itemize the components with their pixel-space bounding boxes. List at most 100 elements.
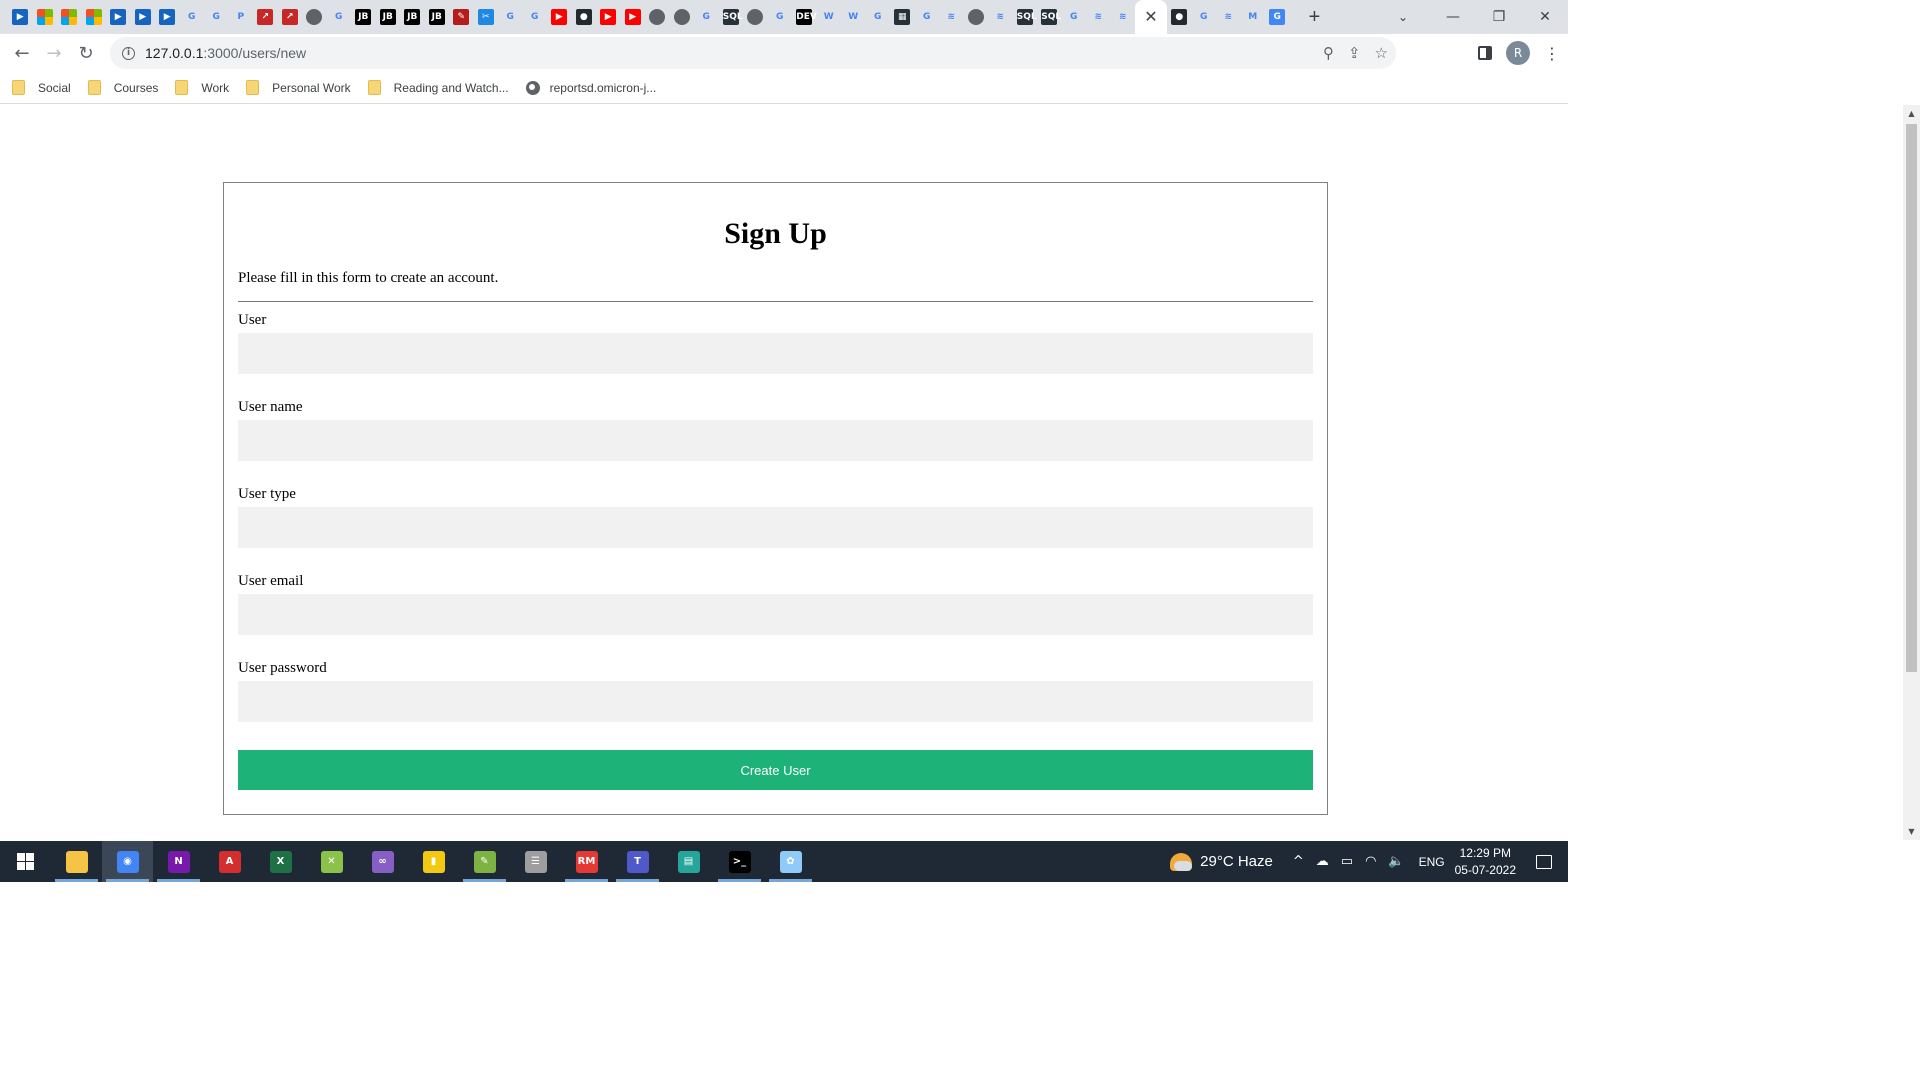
back-button[interactable]: ← — [6, 37, 38, 69]
tab-jetbrains[interactable]: JB — [376, 0, 401, 34]
zoom-icon[interactable]: ⚲ — [1323, 44, 1334, 62]
create-user-button[interactable]: Create User — [238, 750, 1313, 790]
profile-avatar[interactable]: R — [1506, 41, 1530, 65]
volume-icon[interactable]: 🔈 — [1388, 854, 1404, 869]
tab-microsoft[interactable] — [82, 0, 107, 34]
tab-github[interactable]: ● — [572, 0, 597, 34]
bookmark-item[interactable]: Reading and Watch... — [367, 80, 509, 95]
tab-video[interactable]: ▶ — [131, 0, 156, 34]
tab-globe[interactable] — [670, 0, 695, 34]
tab-stack[interactable]: ≋ — [1086, 0, 1111, 34]
taskbar-notepad[interactable]: ✎ — [459, 841, 510, 882]
tab-google[interactable]: G — [204, 0, 229, 34]
tab-github[interactable]: ● — [1167, 0, 1192, 34]
new-tab-button[interactable]: + — [1300, 0, 1330, 34]
taskbar-visual-studio[interactable]: ∞ — [357, 841, 408, 882]
tab-video[interactable]: ▶ — [106, 0, 131, 34]
bookmark-star-icon[interactable]: ☆ — [1375, 44, 1388, 62]
forward-button[interactable]: → — [38, 37, 70, 69]
close-tab-icon[interactable]: ✕ — [1144, 7, 1157, 27]
tray-chevron-icon[interactable]: ^ — [1293, 854, 1304, 869]
reload-button[interactable]: ↻ — [70, 37, 102, 69]
tab-tool[interactable]: ✂ — [474, 0, 499, 34]
tab-globe[interactable] — [645, 0, 670, 34]
tab-google[interactable]: G — [523, 0, 548, 34]
bookmark-item[interactable]: reportsd.omicron-j... — [525, 80, 656, 95]
site-info-icon[interactable]: i — [122, 46, 135, 60]
tab-arrow[interactable]: ↗ — [278, 0, 303, 34]
tab-sql[interactable]: SQL — [719, 0, 744, 34]
tab-youtube-tv[interactable]: ▶ — [8, 0, 33, 34]
tab-globe[interactable] — [743, 0, 768, 34]
tab-w3[interactable]: W — [841, 0, 866, 34]
tab-stack[interactable]: ≋ — [939, 0, 964, 34]
tab-google[interactable]: G — [768, 0, 793, 34]
tab-translate[interactable]: G — [1265, 0, 1290, 34]
taskbar-power-bi[interactable]: ▮ — [408, 841, 459, 882]
taskbar-rubymine[interactable]: RM — [561, 841, 612, 882]
tab-youtube[interactable]: ▶ — [547, 0, 572, 34]
tab-globe[interactable] — [964, 0, 989, 34]
tab-microsoft[interactable] — [57, 0, 82, 34]
taskbar-acrobat[interactable]: A — [204, 841, 255, 882]
tab-w3[interactable]: W — [817, 0, 842, 34]
user-password-input[interactable] — [238, 681, 1313, 722]
url-text[interactable]: 127.0.0.1:3000/users/new — [145, 45, 306, 61]
scroll-down-arrow[interactable]: ▼ — [1903, 823, 1920, 840]
taskbar-terminal[interactable]: >_ — [714, 841, 765, 882]
clock[interactable]: 12:29 PM 05-07-2022 — [1455, 845, 1516, 879]
taskbar-app[interactable]: ✕ — [306, 841, 357, 882]
weather-widget[interactable]: 29°C Haze — [1170, 852, 1273, 871]
battery-icon[interactable]: ▭ — [1341, 854, 1353, 869]
taskbar-excel[interactable]: X — [255, 841, 306, 882]
bookmark-item[interactable]: Social — [12, 80, 71, 95]
taskbar-onenote[interactable]: N — [153, 841, 204, 882]
taskbar-database[interactable]: ☰ — [510, 841, 561, 882]
tab-google[interactable]: G — [498, 0, 523, 34]
address-bar[interactable]: i 127.0.0.1:3000/users/new ⚲ ⇪ ☆ — [110, 37, 1396, 69]
bookmark-item[interactable]: Courses — [87, 80, 158, 95]
tab-google[interactable]: G — [1192, 0, 1217, 34]
bookmark-item[interactable]: Personal Work — [246, 80, 351, 95]
notifications-icon[interactable] — [1536, 854, 1552, 869]
tab-google[interactable]: G — [1062, 0, 1087, 34]
tab-youtube[interactable]: ▶ — [596, 0, 621, 34]
scroll-up-arrow[interactable]: ▲ — [1903, 105, 1920, 122]
restore-button[interactable]: ❐ — [1476, 0, 1522, 34]
user-input[interactable] — [238, 333, 1313, 374]
tab-sql[interactable]: SQL — [1013, 0, 1038, 34]
page-scrollbar[interactable]: ▲ ▼ — [1903, 105, 1920, 840]
tab-jetbrains[interactable]: JB — [351, 0, 376, 34]
tab-stack[interactable]: ≋ — [1216, 0, 1241, 34]
user-name-input[interactable] — [238, 420, 1313, 461]
tab-jetbrains[interactable]: JB — [400, 0, 425, 34]
tab-ps[interactable]: P — [229, 0, 254, 34]
tab-sql[interactable]: ▦ — [890, 0, 915, 34]
language-indicator[interactable]: ENG — [1419, 855, 1445, 869]
tab-google[interactable]: G — [915, 0, 940, 34]
tab-globe[interactable] — [302, 0, 327, 34]
tab-gmail[interactable]: M — [1241, 0, 1266, 34]
start-button[interactable] — [0, 841, 51, 882]
scroll-thumb[interactable] — [1906, 124, 1917, 672]
tab-google[interactable]: G — [327, 0, 352, 34]
taskbar-app-window[interactable]: ▤ — [663, 841, 714, 882]
tab-arrow[interactable]: ↗ — [253, 0, 278, 34]
taskbar-chrome[interactable]: ◉ — [102, 841, 153, 882]
tab-stack[interactable]: ≋ — [988, 0, 1013, 34]
tab-youtube[interactable]: ▶ — [621, 0, 646, 34]
tab-video[interactable]: ▶ — [155, 0, 180, 34]
user-email-input[interactable] — [238, 594, 1313, 635]
tab-google[interactable]: G — [180, 0, 205, 34]
tab-stack[interactable]: ≋ — [1111, 0, 1136, 34]
onedrive-icon[interactable]: ☁ — [1316, 854, 1329, 869]
tab-google[interactable]: G — [694, 0, 719, 34]
wifi-icon[interactable]: ◠ — [1365, 854, 1376, 869]
tab-google[interactable]: G — [866, 0, 891, 34]
tab-microsoft[interactable] — [33, 0, 58, 34]
close-window-button[interactable]: ✕ — [1522, 0, 1568, 34]
taskbar-file-explorer[interactable] — [51, 841, 102, 882]
side-panel-icon[interactable] — [1478, 46, 1492, 60]
minimize-button[interactable]: — — [1430, 0, 1476, 34]
tab-search-button[interactable]: ⌄ — [1388, 0, 1418, 34]
